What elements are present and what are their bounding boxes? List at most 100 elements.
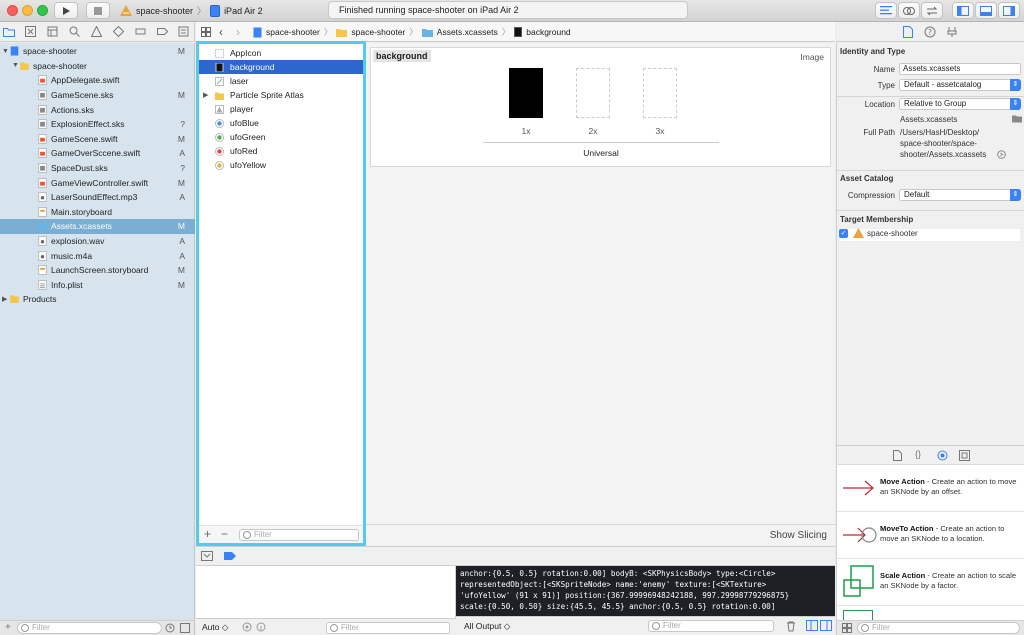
info-icon[interactable] <box>256 622 266 632</box>
source-control-icon[interactable] <box>25 26 36 37</box>
navigator-item[interactable]: LaserSoundEffect.mp3 A <box>0 190 195 205</box>
toggle-navigator-button[interactable] <box>952 2 974 19</box>
library-item-moveto-action[interactable]: MoveTo Action - Create an action to move… <box>837 512 1024 559</box>
navigator-item[interactable]: explosion.wav A <box>0 234 195 249</box>
reveal-in-finder-icon[interactable] <box>997 150 1006 159</box>
navigator-item[interactable]: music.m4a A <box>0 248 195 263</box>
breadcrumb-group[interactable]: space-shooter <box>351 27 405 37</box>
asset-item[interactable]: AppIcon <box>199 46 363 60</box>
asset-item[interactable]: background <box>199 60 363 74</box>
navigator-item[interactable]: ▼ space-shooter <box>0 59 195 74</box>
issue-navigator-icon[interactable] <box>91 26 102 37</box>
test-navigator-icon[interactable] <box>113 26 124 37</box>
asset-item[interactable]: laser <box>199 74 363 88</box>
folder-icon[interactable] <box>1012 115 1022 123</box>
disclosure-open-icon[interactable]: ▼ <box>2 48 10 55</box>
navigator-item[interactable]: ▼ space-shooter M <box>0 44 195 59</box>
navigator-item[interactable]: Main.storyboard <box>0 205 195 220</box>
output-selector[interactable]: All Output ◇ <box>464 621 510 632</box>
navigator-item[interactable]: Actions.sks <box>0 102 195 117</box>
disclosure-closed-icon[interactable]: ▶ <box>203 91 208 99</box>
scm-filter-icon[interactable] <box>180 623 190 633</box>
forward-icon[interactable]: › <box>236 25 240 39</box>
close-window-button[interactable] <box>7 5 18 16</box>
console-filter-input[interactable]: Filter <box>648 620 774 632</box>
add-icon[interactable]: + <box>5 622 11 633</box>
version-editor-button[interactable] <box>921 2 943 19</box>
target-checkbox[interactable]: ✓ <box>839 229 848 238</box>
navigator-item[interactable]: Info.plist M <box>0 278 195 293</box>
navigator-item[interactable]: GameOverSccene.swift A <box>0 146 195 161</box>
library-item-scale-action[interactable]: Scale Action - Create an action to scale… <box>837 559 1024 606</box>
navigator-item[interactable]: GameScene.sks M <box>0 88 195 103</box>
symbol-navigator-icon[interactable] <box>47 26 58 37</box>
disclosure-open-icon[interactable]: ▼ <box>12 62 20 69</box>
navigator-item[interactable]: Assets.xcassets M <box>0 219 195 234</box>
asset-filter-input[interactable]: Filter <box>239 529 359 541</box>
project-navigator-icon[interactable] <box>3 26 15 37</box>
code-snippet-icon[interactable]: {} <box>915 449 921 459</box>
remove-asset-button[interactable]: − <box>221 527 228 541</box>
navigator-item[interactable]: SpaceDust.sks? <box>0 161 195 176</box>
grid-view-icon[interactable] <box>842 623 852 633</box>
navigator-filter-input[interactable]: Filter <box>17 622 162 634</box>
scheme-selector[interactable]: space-shooter 〉 iPad Air 2 <box>120 2 263 19</box>
stop-button[interactable] <box>86 2 110 19</box>
asset-item[interactable]: player <box>199 102 363 116</box>
breakpoint-navigator-icon[interactable] <box>157 26 168 37</box>
slot-3x-empty[interactable] <box>643 68 677 118</box>
breadcrumb-asset[interactable]: background <box>526 27 570 37</box>
type-popup[interactable]: Default - assetcatalog ⇕ <box>899 79 1021 91</box>
related-items-icon[interactable] <box>201 27 211 37</box>
find-navigator-icon[interactable] <box>69 26 80 37</box>
quick-help-icon[interactable]: ? <box>924 26 936 38</box>
quick-look-icon[interactable] <box>242 622 252 632</box>
minimize-window-button[interactable] <box>22 5 33 16</box>
debug-navigator-icon[interactable] <box>135 26 146 37</box>
file-inspector-icon[interactable] <box>903 26 913 38</box>
navigator-item[interactable]: GameViewController.swift M <box>0 175 195 190</box>
object-library-icon[interactable] <box>937 450 948 461</box>
add-asset-button[interactable]: + <box>204 527 211 541</box>
standard-editor-button[interactable] <box>875 2 897 19</box>
toggle-debug-area-button[interactable] <box>975 2 997 19</box>
report-navigator-icon[interactable] <box>178 26 189 37</box>
location-popup[interactable]: Relative to Group ⇕ <box>899 98 1021 110</box>
show-slicing-button[interactable]: Show Slicing <box>770 530 827 541</box>
name-field[interactable]: Assets.xcassets <box>899 63 1021 75</box>
split-left-icon[interactable] <box>806 620 818 631</box>
zoom-window-button[interactable] <box>37 5 48 16</box>
navigator-item[interactable]: ▶ Products <box>0 292 195 307</box>
recent-files-icon[interactable] <box>165 623 175 633</box>
asset-item[interactable]: ▶ Particle Sprite Atlas <box>199 88 363 102</box>
library-filter-input[interactable]: Filter <box>857 622 1020 634</box>
breadcrumb-project[interactable]: space-shooter <box>266 27 320 37</box>
slot-2x-empty[interactable] <box>576 68 610 118</box>
auto-variables-selector[interactable]: Auto ◇ <box>202 622 228 633</box>
assistant-editor-button[interactable] <box>898 2 920 19</box>
disclosure-closed-icon[interactable]: ▶ <box>2 295 10 303</box>
compression-popup[interactable]: Default ⇕ <box>899 189 1021 201</box>
asset-item[interactable]: ufoYellow <box>199 158 363 172</box>
breadcrumb-catalog[interactable]: Assets.xcassets <box>437 27 498 37</box>
variables-filter-input[interactable]: Filter <box>326 622 450 634</box>
hide-debug-area-icon[interactable] <box>201 551 213 561</box>
navigator-item[interactable]: AppDelegate.swift <box>0 73 195 88</box>
navigator-item[interactable]: GameScene.swift M <box>0 132 195 147</box>
slot-1x-image[interactable] <box>509 68 543 118</box>
file-template-icon[interactable] <box>893 450 902 461</box>
back-icon[interactable]: ‹ <box>219 25 223 39</box>
asset-item[interactable]: ufoBlue <box>199 116 363 130</box>
navigator-item[interactable]: LaunchScreen.storyboard M <box>0 263 195 278</box>
media-library-icon[interactable] <box>959 450 970 461</box>
asset-item[interactable]: ufoGreen <box>199 130 363 144</box>
navigator-item[interactable]: ExplosionEffect.sks? <box>0 117 195 132</box>
library-item-move-action[interactable]: Move Action - Create an action to move a… <box>837 465 1024 512</box>
toggle-inspector-button[interactable] <box>998 2 1020 19</box>
run-button[interactable] <box>54 2 78 19</box>
trash-icon[interactable] <box>786 621 796 632</box>
split-right-icon[interactable] <box>820 620 832 631</box>
asset-item[interactable]: ufoRed <box>199 144 363 158</box>
breakpoints-toggle-icon[interactable] <box>224 552 236 560</box>
identity-inspector-icon[interactable] <box>946 26 958 38</box>
